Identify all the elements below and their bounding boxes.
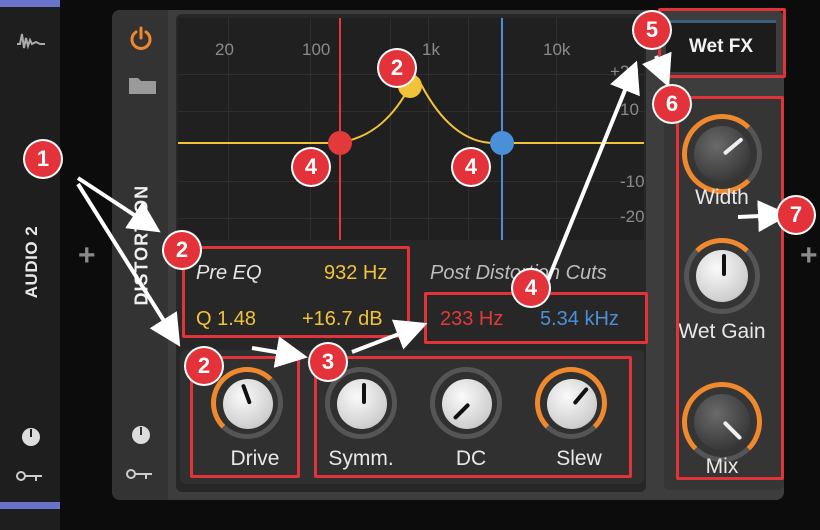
annotation-badge: 2 [186,348,222,384]
annotation-badge: 5 [634,12,670,48]
annotation-badge: 4 [453,149,489,185]
annotation-badge: 7 [778,197,814,233]
annotation-badge: 6 [654,86,690,122]
annotation-badge: 4 [513,270,549,306]
annotation-badge: 2 [164,232,200,268]
annotation-badge: 4 [293,149,329,185]
annotation-badge: 1 [25,141,61,177]
annotation-badge: 2 [379,50,415,86]
annotation-badge: 3 [310,344,346,380]
